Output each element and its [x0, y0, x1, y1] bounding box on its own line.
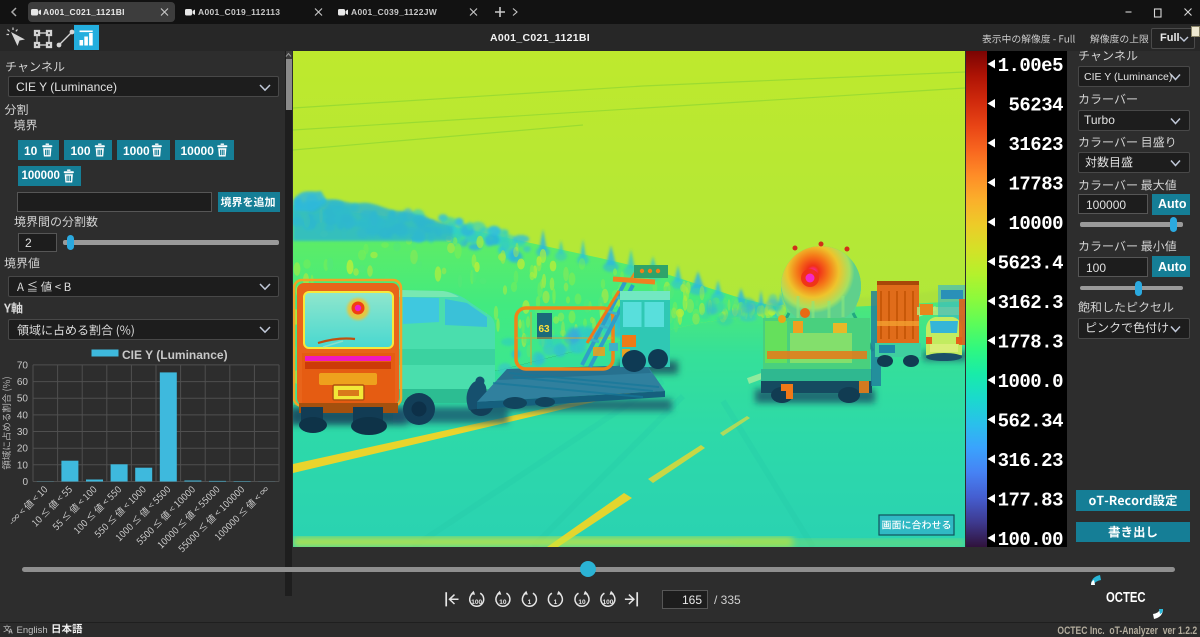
svg-text:0: 0 [22, 477, 28, 488]
svg-text:1778.3: 1778.3 [998, 332, 1064, 354]
svg-text:3162.3: 3162.3 [998, 292, 1064, 314]
svg-text:562.34: 562.34 [998, 411, 1064, 433]
svg-text:40: 40 [17, 410, 29, 421]
svg-text:17783: 17783 [1008, 174, 1063, 196]
svg-text:20: 20 [17, 444, 29, 455]
svg-text:31623: 31623 [1008, 134, 1063, 156]
svg-text:30: 30 [17, 427, 29, 438]
svg-text:100: 100 [602, 599, 613, 606]
svg-text:10000: 10000 [1008, 213, 1063, 235]
svg-text:5623.4: 5623.4 [998, 253, 1064, 275]
svg-text:10: 10 [499, 599, 507, 606]
svg-text:1000.0: 1000.0 [998, 371, 1064, 393]
svg-text:316.23: 316.23 [998, 450, 1064, 472]
svg-text:100.00: 100.00 [998, 529, 1064, 547]
svg-text:177.83: 177.83 [998, 490, 1064, 512]
svg-text:63: 63 [539, 324, 551, 335]
svg-text:60: 60 [17, 377, 29, 388]
svg-text:10: 10 [17, 460, 29, 471]
svg-text:1.00e5: 1.00e5 [998, 55, 1064, 77]
svg-text:56234: 56234 [1008, 95, 1063, 117]
svg-text:50: 50 [17, 394, 29, 405]
svg-text:1: 1 [528, 599, 532, 606]
svg-text:70: 70 [17, 360, 29, 371]
svg-text:10: 10 [578, 599, 586, 606]
svg-text:1: 1 [554, 599, 558, 606]
svg-text:100: 100 [471, 599, 482, 606]
